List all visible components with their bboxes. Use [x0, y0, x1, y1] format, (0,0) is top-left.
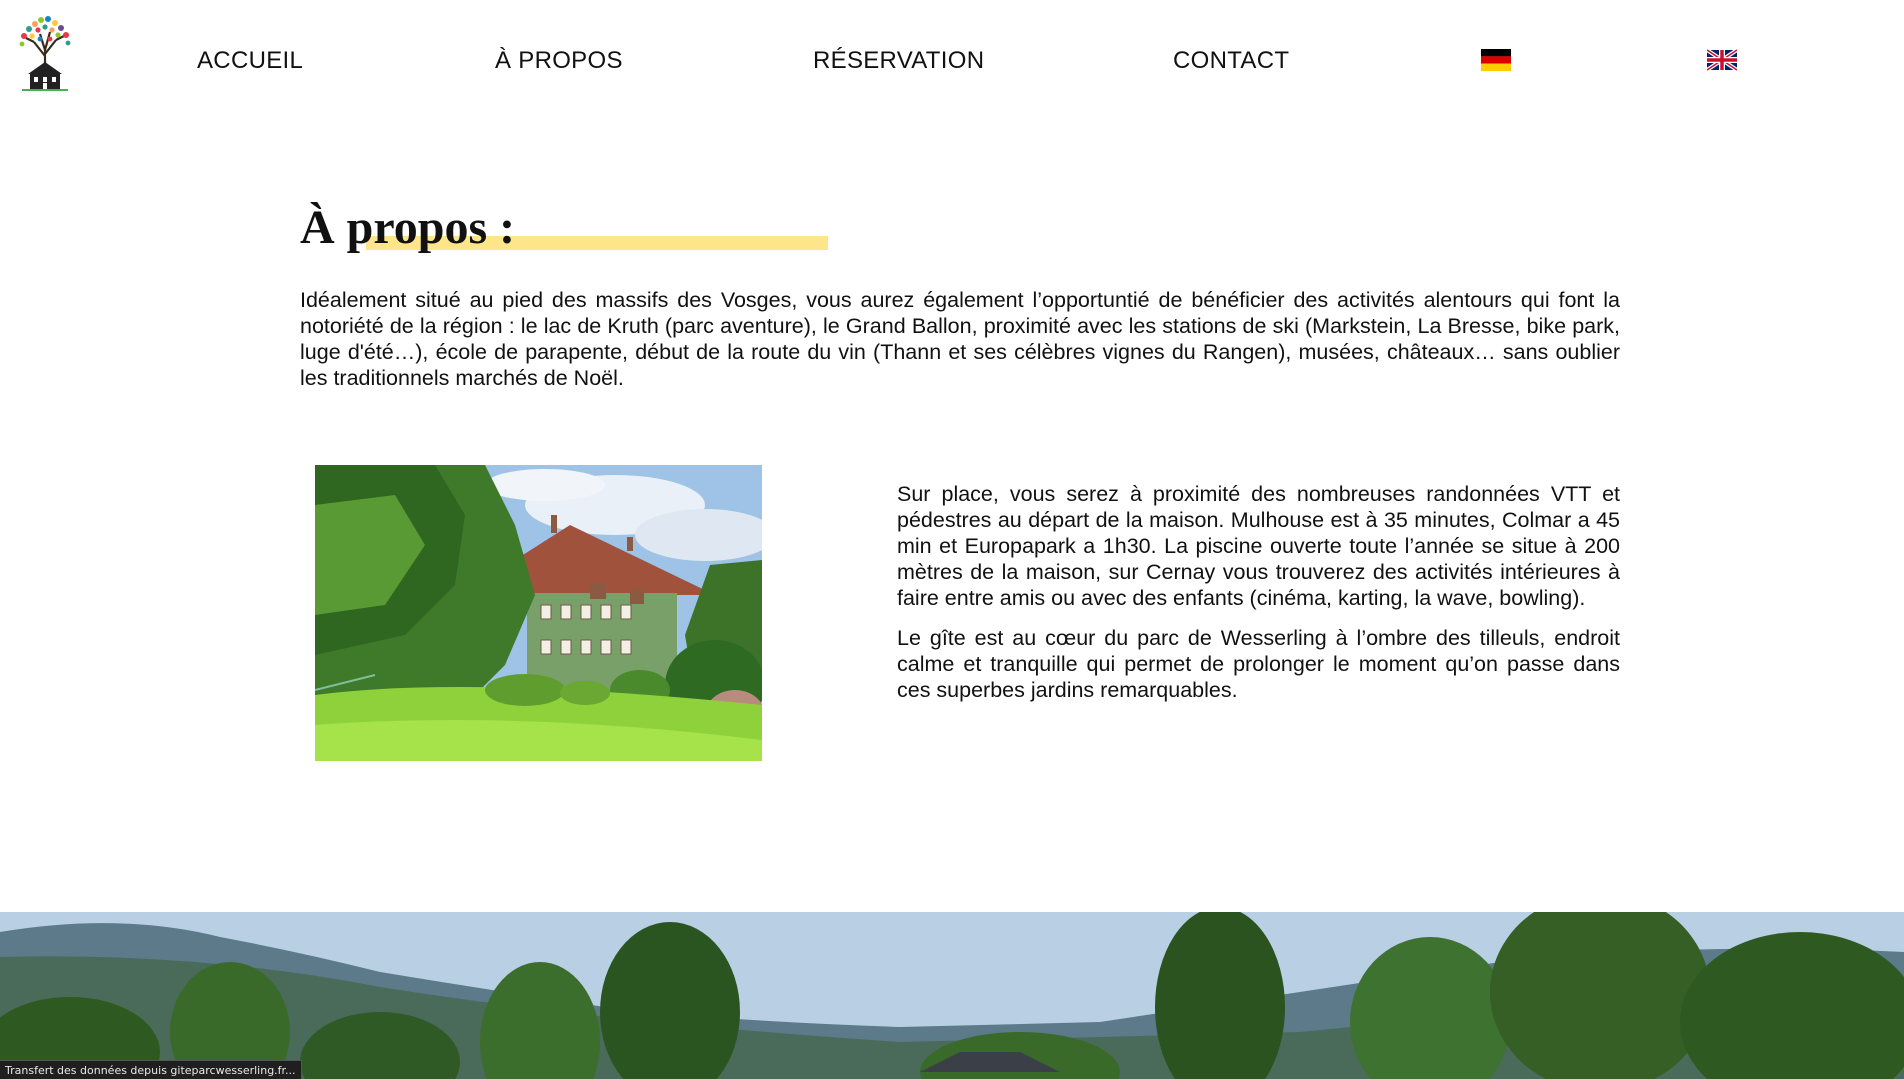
site-logo[interactable] — [14, 14, 76, 92]
landscape-banner-image — [0, 912, 1904, 1079]
browser-status-bar: Transfert des données depuis giteparcwes… — [0, 1060, 302, 1079]
german-language-button[interactable] — [1481, 49, 1511, 71]
nav-a-propos[interactable]: À PROPOS — [495, 47, 623, 75]
nav-accueil[interactable]: ACCUEIL — [197, 47, 303, 75]
uk-flag-icon — [1705, 48, 1739, 72]
about-heading: À propos : — [300, 198, 860, 268]
intro-paragraph: Idéalement situé au pied des massifs des… — [300, 288, 1620, 390]
side-paragraph-location: Le gîte est au cœur du parc de Wesserlin… — [897, 626, 1620, 702]
german-flag-icon — [1481, 49, 1511, 71]
nav-contact[interactable]: CONTACT — [1173, 47, 1289, 75]
house-photo-image — [315, 465, 762, 761]
house-photo — [315, 465, 762, 761]
page-title: À propos : — [300, 201, 516, 254]
site-header: ACCUEIL À PROPOS RÉSERVATION CONTACT — [0, 0, 1904, 125]
english-language-button[interactable] — [1705, 48, 1739, 72]
landscape-banner — [0, 912, 1904, 1079]
page: ACCUEIL À PROPOS RÉSERVATION CONTACT À p… — [0, 0, 1904, 1079]
side-paragraph-activities: Sur place, vous serez à proximité des no… — [897, 482, 1620, 610]
nav-reservation[interactable]: RÉSERVATION — [813, 47, 984, 75]
tree-house-logo-icon — [19, 16, 71, 91]
side-text-block: Sur place, vous serez à proximité des no… — [897, 481, 1620, 717]
